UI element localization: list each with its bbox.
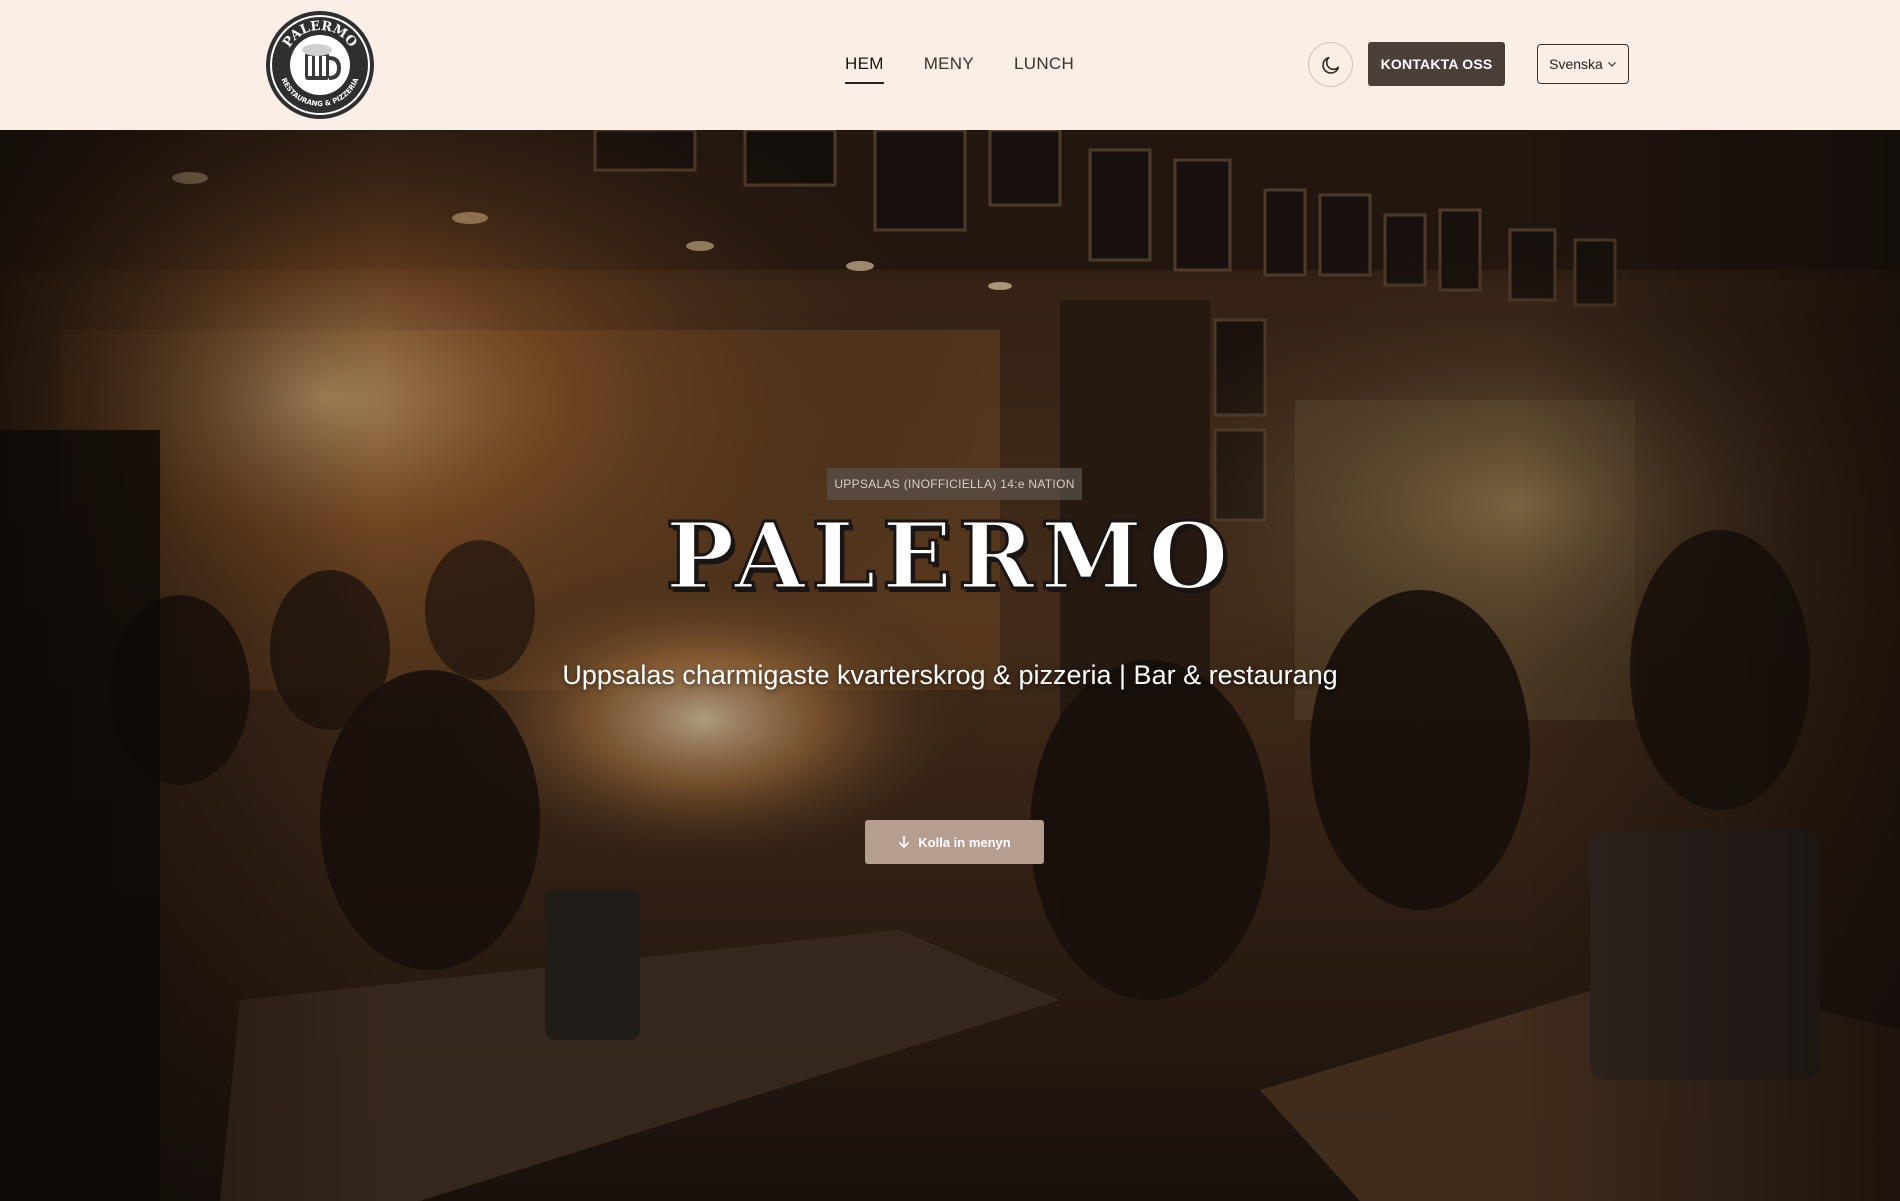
- view-menu-label: Kolla in menyn: [918, 834, 1011, 850]
- view-menu-button[interactable]: Kolla in menyn: [865, 820, 1044, 864]
- moon-icon: [1321, 56, 1339, 74]
- nav-item-meny[interactable]: MENY: [924, 54, 974, 84]
- nav-item-hem[interactable]: HEM: [845, 54, 884, 84]
- hero-content: UPPSALAS (INOFFICIELLA) 14:e NATION PALE…: [0, 130, 1900, 1201]
- theme-toggle-button[interactable]: [1308, 42, 1353, 87]
- hero-title: PALERMO: [664, 502, 1235, 610]
- chevron-down-icon: [1607, 62, 1616, 67]
- main-nav: HEM MENY LUNCH: [845, 54, 1074, 84]
- language-selected: Svenska: [1549, 56, 1603, 72]
- language-select[interactable]: Svenska: [1537, 44, 1629, 84]
- nav-item-lunch[interactable]: LUNCH: [1014, 54, 1074, 84]
- arrow-down-icon: [899, 836, 910, 849]
- hero-section: UPPSALAS (INOFFICIELLA) 14:e NATION PALE…: [0, 130, 1900, 1201]
- hero-subtitle: Uppsalas charmigaste kvarterskrog & pizz…: [562, 660, 1338, 690]
- palermo-logo[interactable]: PALERMO RESTAURANG & PIZZERIA: [265, 10, 375, 120]
- contact-button[interactable]: KONTAKTA OSS: [1368, 42, 1505, 86]
- hero-badge: UPPSALAS (INOFFICIELLA) 14:e NATION: [827, 468, 1082, 500]
- site-header: PALERMO RESTAURANG & PIZZERIA HEM MENY L…: [0, 0, 1900, 130]
